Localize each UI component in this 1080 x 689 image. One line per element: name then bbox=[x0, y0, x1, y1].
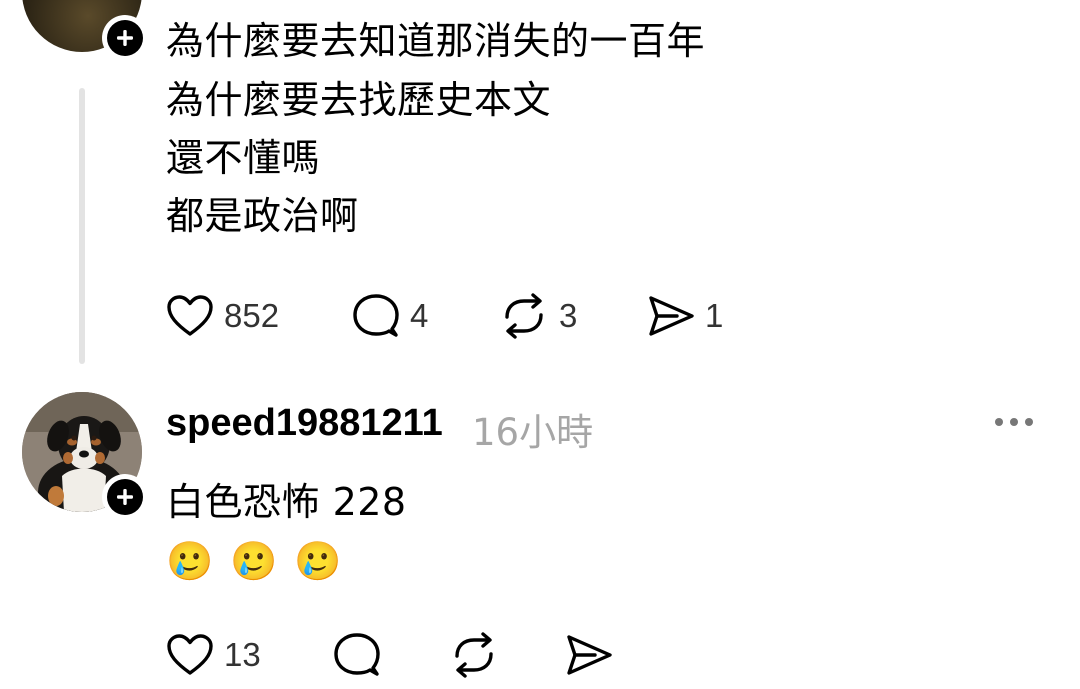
post-text-line: 都是政治啊 bbox=[166, 194, 359, 238]
reply-button[interactable] bbox=[333, 632, 381, 678]
plus-icon bbox=[117, 30, 133, 46]
smiling-face-with-tear-emoji: 🥲 bbox=[294, 539, 342, 583]
share-button[interactable] bbox=[565, 632, 613, 678]
repost-button[interactable]: 3 bbox=[499, 293, 577, 339]
repost-button[interactable] bbox=[449, 632, 499, 678]
reply-text: 白色恐怖 228 bbox=[166, 480, 407, 524]
username[interactable]: speed19881211 bbox=[166, 402, 443, 445]
timestamp: 16小時 bbox=[472, 411, 594, 454]
like-button[interactable]: 13 bbox=[166, 633, 261, 677]
smiling-face-with-tear-emoji: 🥲 bbox=[166, 539, 214, 583]
share-count: 1 bbox=[705, 297, 724, 334]
repost-count: 3 bbox=[559, 297, 578, 334]
heart-icon bbox=[167, 295, 213, 336]
like-count: 13 bbox=[224, 636, 261, 673]
reply-count: 4 bbox=[410, 297, 429, 334]
emoji-row: 🥲 🥲 🥲 bbox=[166, 537, 346, 585]
post-text-line: 還不懂嗎 bbox=[166, 136, 321, 180]
like-button[interactable]: 852 bbox=[166, 294, 279, 338]
like-count: 852 bbox=[224, 297, 280, 334]
follow-button[interactable] bbox=[102, 15, 148, 61]
share-button[interactable]: 1 bbox=[647, 293, 723, 339]
post-text-line: 為什麼要去知道那消失的一百年 bbox=[166, 19, 706, 63]
repost-icon bbox=[455, 632, 493, 678]
send-icon bbox=[649, 296, 694, 336]
comment-icon bbox=[334, 633, 380, 676]
reply-button[interactable]: 4 bbox=[352, 293, 428, 339]
comment-icon bbox=[353, 294, 399, 337]
follow-button[interactable] bbox=[102, 474, 148, 520]
repost-icon bbox=[505, 293, 543, 339]
more-horizontal-icon bbox=[995, 418, 1033, 426]
heart-icon bbox=[167, 634, 213, 675]
post-text-line: 為什麼要去找歷史本文 bbox=[166, 78, 552, 122]
thread-line bbox=[79, 88, 85, 364]
more-options-button[interactable] bbox=[992, 412, 1036, 432]
send-icon bbox=[567, 635, 612, 675]
plus-icon bbox=[117, 489, 133, 505]
smiling-face-with-tear-emoji: 🥲 bbox=[230, 539, 278, 583]
